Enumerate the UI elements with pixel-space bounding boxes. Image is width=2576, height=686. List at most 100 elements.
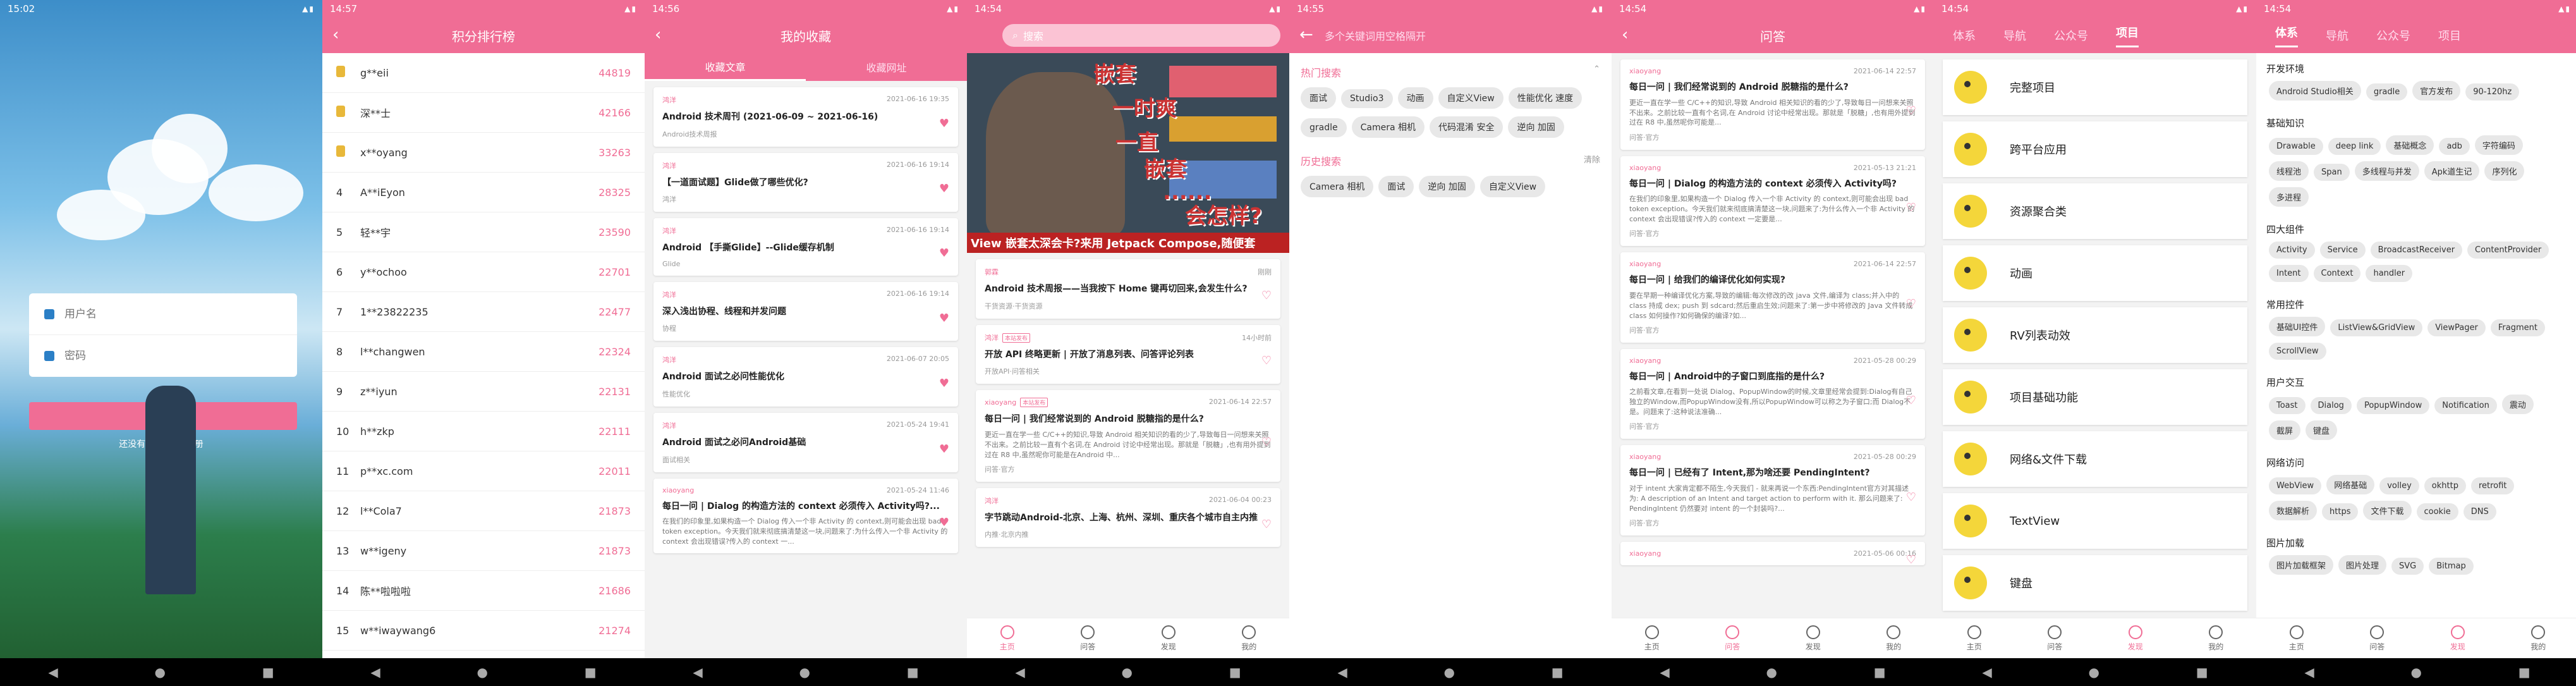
system-chip[interactable]: Service xyxy=(2319,242,2366,259)
tab-project[interactable]: 项目 xyxy=(2438,27,2461,44)
system-chip[interactable]: Apk道生记 xyxy=(2424,161,2480,181)
system-chip[interactable]: WebView xyxy=(2269,477,2322,494)
article-card[interactable]: xiaoyang 2021-05-13 21:21 每日一问 | Dialog 的构… xyxy=(1620,156,1925,247)
article-card[interactable]: xiaoyang 2021-06-14 22:57 每日一问 | 给我们的编译优化如… xyxy=(1620,252,1925,343)
tab-discover[interactable]: 发现 xyxy=(1161,625,1176,652)
system-chip[interactable]: 文件下载 xyxy=(2363,501,2412,520)
article-card[interactable]: xiaoyang 2021-05-28 00:29 每日一问 | Android中的… xyxy=(1620,348,1925,439)
article-card[interactable]: 鸿洋 本站发布 14小时前 开放 API 终略更新 | 开放了消息列表、问答评论列表开… xyxy=(976,324,1280,384)
system-chip[interactable]: ListView&GridView xyxy=(2330,319,2423,336)
recents-nav-icon[interactable]: ■ xyxy=(2518,665,2530,680)
heart-icon[interactable]: ♡ xyxy=(1906,297,1916,310)
heart-icon[interactable]: ♡ xyxy=(1906,104,1916,118)
hot-search-chip[interactable]: 代码混淆 安全 xyxy=(1430,116,1504,138)
article-card[interactable]: xiaoyang 本站发布 2021-06-14 22:57 每日一问 | 我们经常说… xyxy=(976,390,1280,482)
system-chip[interactable]: 键盘 xyxy=(2306,420,2338,440)
back-nav-icon[interactable]: ◀ xyxy=(1982,665,1991,680)
system-chip[interactable]: 数据解析 xyxy=(2269,501,2318,520)
article-card[interactable]: 鸿洋 2021-06-04 00:23 字节跳动Android-北京、上海、杭州、深… xyxy=(976,487,1280,548)
tab-mine[interactable]: 我的 xyxy=(1241,625,1256,652)
system-chip[interactable]: Activity xyxy=(2269,242,2315,259)
tab-discover[interactable]: 发现 xyxy=(2128,625,2143,652)
system-chip[interactable]: 多进程 xyxy=(2269,187,2309,207)
tab-navigation[interactable]: 导航 xyxy=(2326,27,2348,44)
system-chip[interactable]: okhttp xyxy=(2424,477,2466,494)
article-card[interactable]: 鸿洋 2021-06-07 20:05 Android 面试之必问性能优化 性能优化 ♥ xyxy=(653,347,958,407)
hot-search-chip[interactable]: gradle xyxy=(1301,118,1347,137)
tab-qa[interactable]: 问答 xyxy=(1080,625,1095,652)
heart-icon[interactable]: ♡ xyxy=(1906,491,1916,504)
tab-articles[interactable]: 收藏文章 xyxy=(645,53,806,81)
project-category-item[interactable]: TextView xyxy=(1943,493,2247,549)
hot-search-chip[interactable]: Studio3 xyxy=(1341,89,1393,108)
project-category-item[interactable]: RV列表动效 xyxy=(1943,307,2247,363)
system-chip[interactable]: Intent xyxy=(2269,265,2309,282)
system-chip[interactable]: Notification xyxy=(2434,397,2497,414)
back-arrow-icon[interactable]: ‹ xyxy=(655,25,661,44)
system-chip[interactable]: PopupWindow xyxy=(2356,397,2430,414)
system-chip[interactable]: cookie xyxy=(2416,503,2458,520)
system-chip[interactable]: BroadcastReceiver xyxy=(2370,242,2463,259)
tab-qa[interactable]: 问答 xyxy=(2369,625,2385,652)
system-chip[interactable]: 90-120hz xyxy=(2465,83,2520,101)
password-input[interactable] xyxy=(64,350,254,362)
home-nav-icon[interactable]: ● xyxy=(477,665,488,680)
article-card[interactable]: xiaoyang 2021-05-24 11:46 每日一问 | Dialog 的构… xyxy=(653,478,958,554)
system-chip[interactable]: 字符编码 xyxy=(2474,135,2523,155)
system-chip[interactable]: https xyxy=(2322,503,2359,520)
tab-discover[interactable]: 发现 xyxy=(2450,625,2465,652)
heart-icon[interactable]: ♥ xyxy=(939,117,949,130)
history-chip[interactable]: Camera 相机 xyxy=(1301,176,1374,197)
recents-nav-icon[interactable]: ■ xyxy=(585,665,597,680)
recents-nav-icon[interactable]: ■ xyxy=(1229,665,1241,680)
search-input[interactable]: 多个关键词用空格隔开 xyxy=(1325,28,1426,43)
back-nav-icon[interactable]: ◀ xyxy=(370,665,380,680)
system-chip[interactable]: volley xyxy=(2379,477,2419,494)
tab-qa[interactable]: 问答 xyxy=(1725,625,1740,652)
back-arrow-icon[interactable]: ← xyxy=(1299,25,1313,44)
project-category-item[interactable]: 键盘 xyxy=(1943,555,2247,611)
clear-history-button[interactable]: 清除 xyxy=(1584,153,1600,168)
heart-icon[interactable]: ♡ xyxy=(1906,201,1916,214)
recents-nav-icon[interactable]: ■ xyxy=(262,665,274,680)
heart-icon[interactable]: ♥ xyxy=(939,443,949,456)
system-chip[interactable]: ContentProvider xyxy=(2467,242,2549,259)
article-card[interactable]: 郭霖 刚刚 Android 技术周报——当我按下 Home 键再切回来,会发生什么?… xyxy=(976,259,1280,319)
username-input[interactable] xyxy=(64,307,254,321)
back-nav-icon[interactable]: ◀ xyxy=(2304,665,2314,680)
article-card[interactable]: xiaoyang 2021-06-14 22:57 每日一问 | 我们经常说到的 A… xyxy=(1620,59,1925,150)
recents-nav-icon[interactable]: ■ xyxy=(2196,665,2208,680)
project-category-item[interactable]: 完整项目 xyxy=(1943,59,2247,115)
back-nav-icon[interactable]: ◀ xyxy=(48,665,58,680)
system-chip[interactable]: 基础UI控件 xyxy=(2269,317,2326,336)
back-arrow-icon[interactable]: ‹ xyxy=(332,25,339,44)
system-chip[interactable]: 图片处理 xyxy=(2338,555,2387,575)
hot-search-chip[interactable]: 自定义View xyxy=(1438,87,1504,109)
heart-icon[interactable]: ♥ xyxy=(939,312,949,325)
article-card[interactable]: 鸿洋 2021-06-16 19:14 深入浅出协程、线程和并发问题 协程 ♥ xyxy=(653,281,958,341)
home-nav-icon[interactable]: ● xyxy=(2411,665,2422,680)
article-card[interactable]: 鸿洋 2021-06-16 19:14 Android 【手撕Glide】--Gli… xyxy=(653,218,958,276)
collapse-icon[interactable]: ⌃ xyxy=(1593,64,1600,80)
heart-icon[interactable]: ♥ xyxy=(939,247,949,260)
heart-icon[interactable]: ♥ xyxy=(939,182,949,195)
system-chip[interactable]: Toast xyxy=(2269,397,2306,414)
tab-discover[interactable]: 发现 xyxy=(1806,625,1821,652)
tab-home[interactable]: 主页 xyxy=(1000,625,1015,652)
system-chip[interactable]: retrofit xyxy=(2470,477,2515,494)
project-category-item[interactable]: 网络&文件下载 xyxy=(1943,431,2247,487)
system-chip[interactable]: 基础概念 xyxy=(2386,135,2434,155)
back-nav-icon[interactable]: ◀ xyxy=(693,665,702,680)
heart-icon[interactable]: ♡ xyxy=(1261,354,1272,367)
system-chip[interactable]: Bitmap xyxy=(2429,558,2474,575)
system-chip[interactable]: deep link xyxy=(2328,138,2381,155)
article-card[interactable]: xiaoyang 2021-05-28 00:29 每日一问 | 已经有了 Inte… xyxy=(1620,445,1925,536)
recents-nav-icon[interactable]: ■ xyxy=(1552,665,1564,680)
system-chip[interactable]: Dialog xyxy=(2310,397,2352,414)
heart-icon[interactable]: ♡ xyxy=(1261,289,1272,302)
home-nav-icon[interactable]: ● xyxy=(799,665,810,680)
home-nav-icon[interactable]: ● xyxy=(2089,665,2099,680)
heart-icon[interactable]: ♥ xyxy=(939,516,949,529)
project-category-item[interactable]: 跨平台应用 xyxy=(1943,121,2247,177)
tab-mine[interactable]: 我的 xyxy=(1886,625,1901,652)
